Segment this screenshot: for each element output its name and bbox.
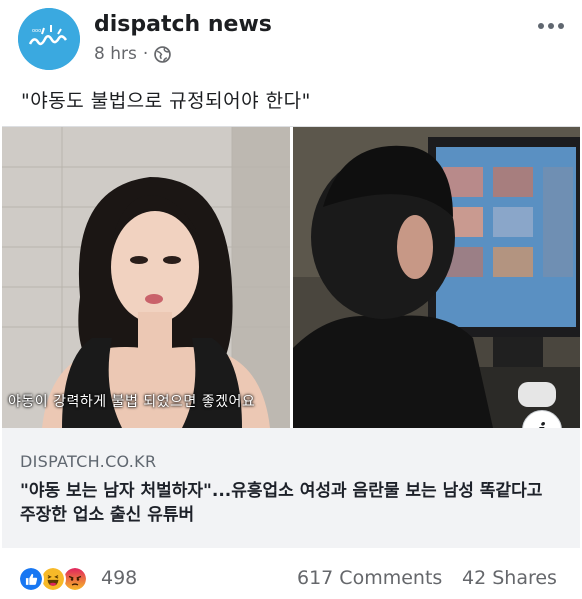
- page-avatar[interactable]: ooo: [18, 8, 80, 70]
- shares-count[interactable]: 42 Shares: [462, 567, 557, 589]
- post-text: "야동도 불법으로 규정되어야 한다": [21, 90, 311, 112]
- comments-count[interactable]: 617 Comments: [297, 567, 442, 589]
- reaction-icons[interactable]: [18, 566, 108, 592]
- reaction-count[interactable]: 498: [101, 567, 137, 589]
- link-image-left: [2, 127, 290, 428]
- globe-icon: [154, 45, 172, 63]
- link-image-right: [293, 127, 580, 428]
- link-title[interactable]: "야동 보는 남자 처벌하자"...유흥업소 여성과 음란물 보는 남성 똑같다…: [20, 479, 562, 527]
- image-subtitle: 야동이 강력하게 불법 되었으면 좋겠어요: [8, 394, 256, 410]
- post-header: ooo dispatch news 8 hrs ·: [0, 0, 582, 76]
- page-name[interactable]: dispatch news: [94, 12, 272, 37]
- post-time[interactable]: 8 hrs: [94, 44, 137, 64]
- link-domain: DISPATCH.CO.KR: [20, 452, 157, 471]
- post-meta: 8 hrs ·: [94, 44, 172, 64]
- svg-text:ooo: ooo: [32, 28, 41, 34]
- link-card-body[interactable]: DISPATCH.CO.KR "야동 보는 남자 처벌하자"...유흥업소 여성…: [2, 428, 580, 548]
- link-image[interactable]: 야동이 강력하게 불법 되었으면 좋겠어요: [2, 127, 580, 428]
- link-preview-card[interactable]: 야동이 강력하게 불법 되었으면 좋겠어요 i DISPATCH.CO.KR "…: [2, 126, 580, 548]
- more-dots-icon[interactable]: [538, 16, 564, 36]
- meta-separator: ·: [142, 44, 149, 64]
- like-icon: [18, 566, 44, 592]
- dispatch-logo-icon: ooo: [18, 8, 80, 70]
- reactions-bar: 498 617 Comments 42 Shares: [0, 560, 582, 599]
